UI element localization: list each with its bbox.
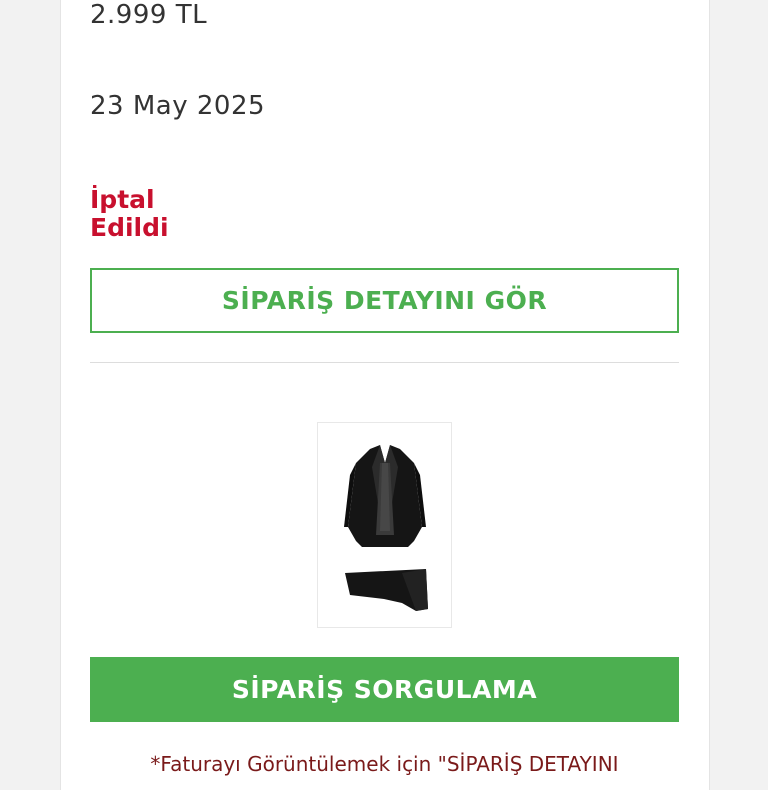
order-query-button[interactable]: SİPARİŞ SORGULAMA <box>90 657 679 722</box>
order-price: 2.999 TL <box>90 0 208 30</box>
order-date: 23 May 2025 <box>90 91 266 121</box>
order-status-badge: İptal Edildi <box>90 185 169 242</box>
order-detail-button[interactable]: SİPARİŞ DETAYINI GÖR <box>90 268 679 333</box>
divider <box>90 362 679 363</box>
invoice-note: *Faturayı Görüntülemek için "SİPARİŞ DET… <box>150 752 619 776</box>
suit-icon <box>344 445 428 611</box>
product-thumbnail[interactable] <box>317 422 452 628</box>
